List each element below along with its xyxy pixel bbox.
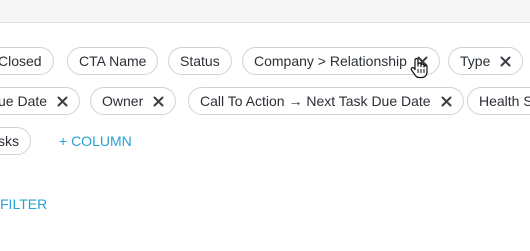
top-bar: [0, 0, 530, 23]
column-chip-tasks[interactable]: sks: [0, 127, 31, 155]
chip-label: ue Date: [0, 93, 48, 109]
chip-label: Health S: [479, 93, 530, 109]
add-column-link[interactable]: + COLUMN: [59, 133, 132, 149]
close-icon[interactable]: [441, 96, 452, 107]
chip-label: sks: [0, 133, 19, 149]
column-chip-health-score[interactable]: Health S: [467, 87, 530, 115]
column-chip-cta-name[interactable]: CTA Name: [67, 47, 159, 75]
close-icon[interactable]: [500, 56, 511, 67]
chip-label: Status: [180, 53, 220, 69]
add-filter-link[interactable]: FILTER: [0, 196, 47, 212]
close-icon[interactable]: [153, 96, 164, 107]
column-chip-owner[interactable]: Owner: [90, 87, 177, 115]
column-chip-due-date[interactable]: ue Date: [0, 87, 81, 115]
column-chip-next-task-due-date[interactable]: Call To Action → Next Task Due Date: [188, 87, 464, 115]
chip-label: Company > Relationship: [254, 53, 407, 69]
column-chip-type[interactable]: Type: [448, 47, 524, 75]
hand-cursor-icon: [410, 57, 428, 84]
chip-label: Call To Action → Next Task Due Date: [200, 93, 431, 109]
column-chip-status[interactable]: Status: [168, 47, 232, 75]
close-icon[interactable]: [57, 96, 68, 107]
chip-label: Closed: [0, 53, 42, 69]
chip-label: CTA Name: [79, 53, 147, 69]
chip-label: Owner: [102, 93, 144, 109]
column-chip-closed[interactable]: Closed: [0, 47, 54, 75]
chip-label: Type: [460, 53, 491, 69]
